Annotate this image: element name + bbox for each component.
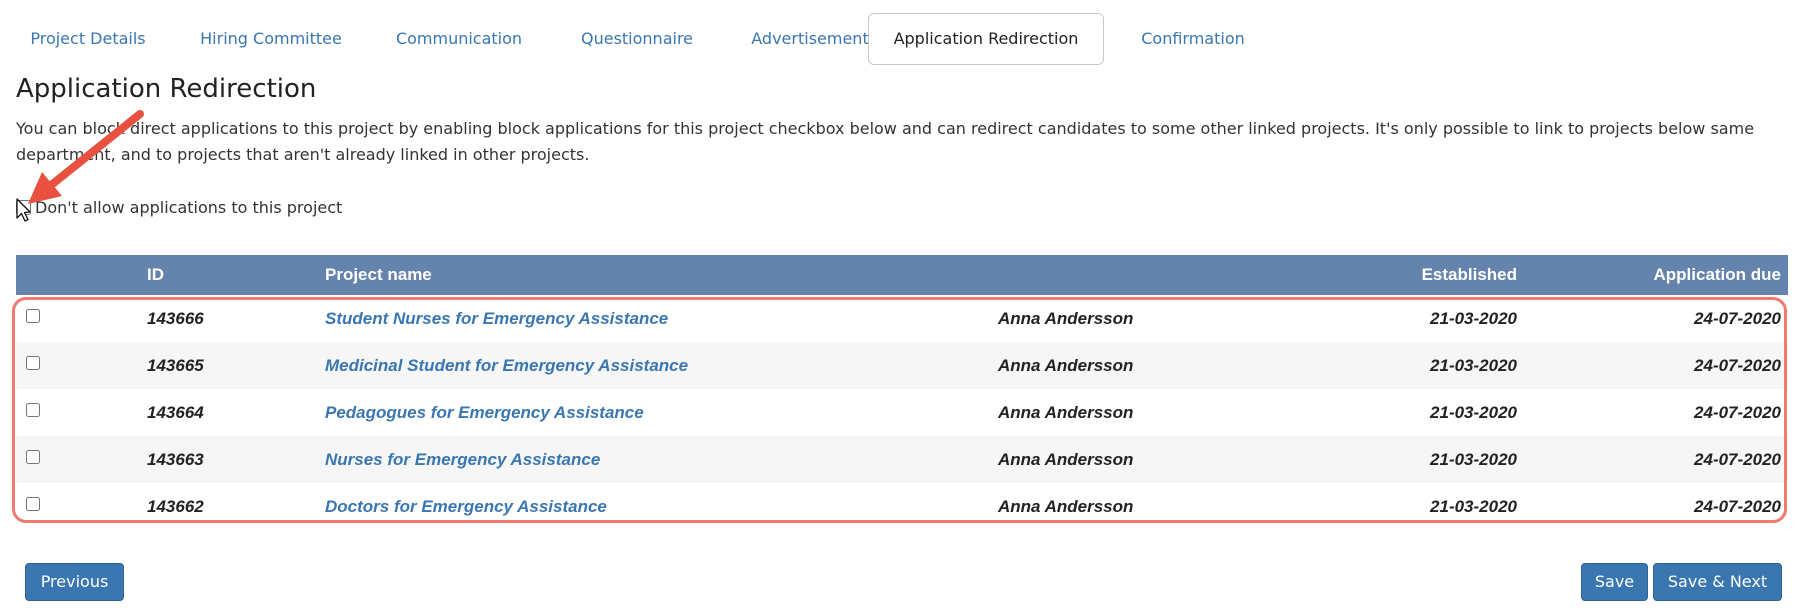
previous-button[interactable]: Previous	[25, 563, 124, 601]
row-id: 143665	[147, 356, 204, 375]
row-established: 21-03-2020	[1430, 309, 1517, 328]
row-established: 21-03-2020	[1430, 356, 1517, 375]
row-established: 21-03-2020	[1430, 450, 1517, 469]
row-application-due: 24-07-2020	[1694, 356, 1781, 375]
row-application-due: 24-07-2020	[1694, 497, 1781, 516]
row-project-link[interactable]: Nurses for Emergency Assistance	[325, 436, 600, 483]
row-project-link[interactable]: Medicinal Student for Emergency Assistan…	[325, 342, 688, 389]
table-header: ID Project name Established Application …	[16, 255, 1788, 295]
tab-bar: Project Details Hiring Committee Communi…	[16, 13, 1798, 65]
row-project-link[interactable]: Pedagogues for Emergency Assistance	[325, 389, 644, 436]
header-application-due: Application due	[1653, 265, 1782, 284]
row-owner: Anna Andersson	[998, 356, 1134, 375]
table-row: 143664 Pedagogues for Emergency Assistan…	[16, 389, 1788, 436]
linked-projects-table: ID Project name Established Application …	[16, 255, 1788, 530]
row-checkbox[interactable]	[26, 309, 40, 323]
row-id: 143666	[147, 309, 204, 328]
row-checkbox[interactable]	[26, 497, 40, 511]
tab-application-redirection[interactable]: Application Redirection	[868, 13, 1104, 65]
tab-hiring-committee[interactable]: Hiring Committee	[189, 13, 353, 65]
block-applications-row[interactable]: Don't allow applications to this project	[16, 195, 342, 219]
save-next-button[interactable]: Save & Next	[1653, 563, 1782, 601]
page-title: Application Redirection	[16, 74, 317, 104]
block-applications-label: Don't allow applications to this project	[35, 197, 343, 217]
page-description: You can block direct applications to thi…	[16, 119, 1755, 164]
row-application-due: 24-07-2020	[1694, 403, 1781, 422]
table-row: 143666 Student Nurses for Emergency Assi…	[16, 295, 1788, 342]
row-application-due: 24-07-2020	[1694, 450, 1781, 469]
save-button[interactable]: Save	[1581, 563, 1648, 601]
row-project-link[interactable]: Student Nurses for Emergency Assistance	[325, 295, 668, 342]
row-owner: Anna Andersson	[998, 497, 1134, 516]
row-checkbox[interactable]	[26, 450, 40, 464]
table-row: 143662 Doctors for Emergency Assistance …	[16, 483, 1788, 530]
row-owner: Anna Andersson	[998, 450, 1134, 469]
row-id: 143663	[147, 450, 204, 469]
table-row: 143663 Nurses for Emergency Assistance A…	[16, 436, 1788, 483]
row-owner: Anna Andersson	[998, 403, 1134, 422]
row-checkbox[interactable]	[26, 403, 40, 417]
header-established: Established	[1421, 265, 1517, 284]
tab-confirmation[interactable]: Confirmation	[1123, 13, 1263, 65]
tab-communication[interactable]: Communication	[382, 13, 536, 65]
tab-questionnaire[interactable]: Questionnaire	[565, 13, 709, 65]
row-owner: Anna Andersson	[998, 309, 1134, 328]
row-project-link[interactable]: Doctors for Emergency Assistance	[325, 483, 607, 530]
header-project-name: Project name	[325, 265, 432, 284]
row-checkbox[interactable]	[26, 356, 40, 370]
tab-project-details[interactable]: Project Details	[16, 13, 160, 65]
tab-advertisement[interactable]: Advertisement	[738, 13, 882, 65]
row-application-due: 24-07-2020	[1694, 309, 1781, 328]
row-established: 21-03-2020	[1430, 403, 1517, 422]
table-body: 143666 Student Nurses for Emergency Assi…	[16, 295, 1788, 530]
table-row: 143665 Medicinal Student for Emergency A…	[16, 342, 1788, 389]
row-established: 21-03-2020	[1430, 497, 1517, 516]
block-applications-checkbox[interactable]	[16, 199, 31, 215]
header-id: ID	[147, 265, 164, 284]
row-id: 143664	[147, 403, 204, 422]
row-id: 143662	[147, 497, 204, 516]
